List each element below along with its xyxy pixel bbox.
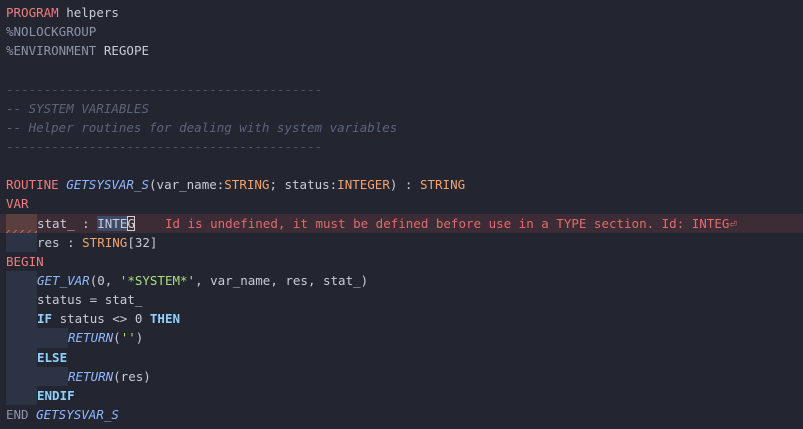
var-declaration: stat_ :: [37, 215, 98, 231]
condition: status <> 0: [52, 311, 150, 327]
call-get-var: GET_VAR: [37, 272, 90, 288]
code-line-7[interactable]: -- Helper routines for dealing with syst…: [0, 118, 803, 137]
code-line-5[interactable]: ----------------------------------------…: [0, 80, 803, 99]
code-line-20[interactable]: RETURN(res): [0, 366, 803, 386]
code-line-22[interactable]: END GETSYSVAR_S: [0, 405, 803, 424]
indent-guide: [6, 309, 37, 329]
selected-text: INTE: [97, 215, 128, 231]
indent-guide: [6, 347, 37, 367]
code-line-10[interactable]: ROUTINE GETSYSVAR_S(var_name:STRING; sta…: [0, 175, 803, 194]
indent-guide-nested: [37, 328, 68, 348]
keyword-if: IF: [37, 311, 53, 327]
code-line-9[interactable]: [0, 156, 803, 175]
indent-guide: [6, 290, 37, 310]
code-line-16[interactable]: status = stat_: [0, 290, 803, 310]
code-line-4[interactable]: [0, 60, 803, 79]
indent-guide: [6, 232, 37, 252]
indent-guide-nested: [37, 366, 68, 386]
keyword-var: VAR: [6, 196, 29, 212]
comment-separator: ----------------------------------------…: [6, 81, 323, 97]
call-return: RETURN: [68, 330, 114, 346]
return-type-string: STRING: [419, 177, 466, 193]
code-line-19[interactable]: ELSE: [0, 347, 803, 367]
directive-nolockgroup: %NOLOCKGROUP: [6, 24, 97, 40]
type-string: STRING: [82, 234, 128, 250]
keyword-begin: BEGIN: [6, 253, 44, 269]
routine-name: GETSYSVAR_S: [66, 177, 150, 193]
indent-guide: [6, 366, 37, 386]
routine-name-end: GETSYSVAR_S: [28, 406, 119, 422]
directive-environment: %ENVIRONMENT: [6, 43, 97, 59]
code-line-13[interactable]: res : STRING[32]: [0, 232, 803, 252]
var-declaration: res :: [37, 234, 83, 250]
type-string: STRING: [224, 177, 270, 193]
code-line-8[interactable]: ----------------------------------------…: [0, 137, 803, 156]
indent-guide: [6, 270, 37, 291]
text-cursor: G: [127, 215, 135, 231]
comment-section-title: -- SYSTEM VARIABLES: [6, 100, 149, 116]
code-line-21[interactable]: ENDIF: [0, 385, 803, 405]
call-args: , var_name, res, stat_): [195, 272, 369, 288]
environment-name: REGOPE: [96, 43, 149, 59]
code-line-17[interactable]: IF status <> 0 THEN: [0, 309, 803, 329]
keyword-end: END: [6, 406, 29, 422]
paren: (: [113, 330, 121, 346]
param-text: ) :: [389, 177, 420, 193]
keyword-routine: ROUTINE: [6, 177, 59, 193]
inline-error-message: Id is undefined, it must be defined befo…: [134, 215, 737, 231]
code-line-11[interactable]: VAR: [0, 194, 803, 213]
code-line-6[interactable]: -- SYSTEM VARIABLES: [0, 99, 803, 118]
code-line-14[interactable]: BEGIN: [0, 252, 803, 271]
keyword-then: THEN: [149, 311, 181, 327]
error-squiggle-indent: [6, 213, 37, 233]
code-line-1[interactable]: PROGRAM helpers: [0, 3, 803, 22]
call-args: (res): [113, 368, 151, 384]
code-line-2[interactable]: %NOLOCKGROUP: [0, 22, 803, 41]
string-literal: '*SYSTEM*': [119, 272, 196, 288]
indent-guide: [6, 385, 37, 405]
code-line-18[interactable]: RETURN(''): [0, 328, 803, 348]
code-line-12-error[interactable]: stat_ : INTEG Id is undefined, it must b…: [0, 213, 803, 233]
paren: ): [135, 330, 144, 346]
code-editor[interactable]: PROGRAM helpers %NOLOCKGROUP %ENVIRONMEN…: [0, 0, 803, 429]
string-literal: '': [120, 330, 136, 346]
assignment-statement: status = stat_: [37, 292, 143, 308]
indent-guide: [6, 328, 37, 348]
code-line-15[interactable]: GET_VAR(0, '*SYSTEM*', var_name, res, st…: [0, 270, 803, 291]
array-size: [32]: [127, 234, 158, 250]
keyword-else: ELSE: [37, 349, 68, 365]
keyword-program: PROGRAM: [6, 5, 59, 20]
call-args: (0,: [89, 272, 120, 288]
call-return: RETURN: [68, 368, 114, 384]
comment-separator: ----------------------------------------…: [6, 138, 323, 154]
param-text: ; status:: [269, 177, 338, 193]
param-text: (var_name:: [149, 177, 225, 193]
program-name: helpers: [58, 5, 119, 20]
keyword-endif: ENDIF: [37, 387, 75, 403]
code-line-3[interactable]: %ENVIRONMENT REGOPE: [0, 41, 803, 60]
comment-description: -- Helper routines for dealing with syst…: [6, 119, 398, 135]
type-integer: INTEGER: [337, 177, 390, 193]
